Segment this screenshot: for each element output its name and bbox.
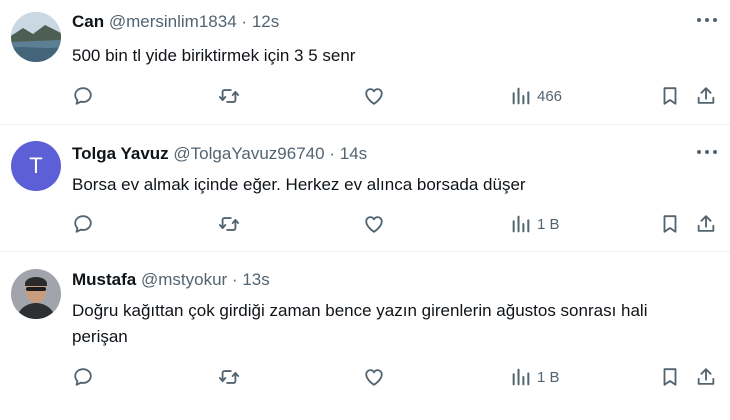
reply-button[interactable] <box>72 211 94 237</box>
avatar-initial: T <box>29 153 43 178</box>
view-count: 1 B <box>537 215 560 233</box>
share-icon <box>697 215 715 232</box>
bookmark-icon <box>663 368 677 386</box>
tweet-text: 500 bin tl yide biriktirmek için 3 5 sen… <box>72 46 356 65</box>
tweet-text: Borsa ev almak içinde eğer. Herkez ev al… <box>72 175 526 194</box>
tweet-header: Can @mersinlim1834 · 12s <box>72 12 279 32</box>
avatar[interactable] <box>11 12 61 62</box>
retweet-icon <box>218 89 240 103</box>
share-button[interactable] <box>695 211 717 237</box>
user-handle[interactable]: @mstyokur <box>141 270 227 289</box>
more-icon[interactable] <box>694 10 720 30</box>
like-button[interactable] <box>363 211 385 237</box>
retweet-button[interactable] <box>218 83 240 109</box>
display-name[interactable]: Tolga Yavuz <box>72 144 169 163</box>
tweet-actions: 466 <box>0 83 730 109</box>
user-handle[interactable]: @mersinlim1834 <box>109 12 237 31</box>
views-button[interactable]: 1 B <box>510 364 560 390</box>
reply-icon <box>74 368 92 386</box>
display-name[interactable]: Can <box>72 12 104 31</box>
separator-dot: · <box>231 270 238 289</box>
tweet-actions: 1 B <box>0 211 730 237</box>
views-button[interactable]: 1 B <box>510 211 560 237</box>
share-icon <box>697 87 715 104</box>
bookmark-button[interactable] <box>659 83 681 109</box>
reply-icon <box>74 87 92 105</box>
reply-button[interactable] <box>72 83 94 109</box>
timestamp[interactable]: 13s <box>242 270 269 289</box>
bookmark-icon <box>663 215 677 233</box>
display-name[interactable]: Mustafa <box>72 270 136 289</box>
views-icon <box>512 87 530 105</box>
more-icon[interactable] <box>694 142 720 162</box>
like-icon <box>365 88 383 105</box>
share-button[interactable] <box>695 83 717 109</box>
bookmark-button[interactable] <box>659 364 681 390</box>
bookmark-button[interactable] <box>659 211 681 237</box>
separator-dot: · <box>241 12 248 31</box>
tweet[interactable]: T Tolga Yavuz @TolgaYavuz96740 · 14s Bor… <box>0 125 730 249</box>
tweet-header: Mustafa @mstyokur · 13s <box>72 270 270 290</box>
tweet-header: Tolga Yavuz @TolgaYavuz96740 · 14s <box>72 144 367 164</box>
like-button[interactable] <box>363 83 385 109</box>
tweet[interactable]: Can @mersinlim1834 · 12s 500 bin tl yide… <box>0 0 730 123</box>
like-icon <box>365 369 383 386</box>
tweet-actions: 1 B <box>0 364 730 390</box>
avatar[interactable]: T <box>11 141 61 191</box>
like-icon <box>365 216 383 233</box>
user-handle[interactable]: @TolgaYavuz96740 <box>173 144 324 163</box>
separator-dot: · <box>329 144 335 163</box>
views-icon <box>512 215 530 233</box>
retweet-button[interactable] <box>218 364 240 390</box>
tweet-text: Doğru kağıttan çok girdiği zaman bence y… <box>72 301 648 346</box>
view-count: 466 <box>537 87 563 105</box>
like-button[interactable] <box>363 364 385 390</box>
views-icon <box>512 368 530 386</box>
retweet-button[interactable] <box>218 211 240 237</box>
tweet-feed: Can @mersinlim1834 · 12s 500 bin tl yide… <box>0 0 730 420</box>
reply-button[interactable] <box>72 364 94 390</box>
tweet[interactable]: Mustafa @mstyokur · 13s Doğru kağıttan ç… <box>0 252 730 420</box>
view-count: 1 B <box>537 368 560 386</box>
avatar-photo-person <box>11 269 61 319</box>
avatar-photo-landscape <box>11 12 61 62</box>
reply-icon <box>74 215 92 233</box>
timestamp[interactable]: 12s <box>252 12 279 31</box>
retweet-icon <box>218 370 240 384</box>
share-button[interactable] <box>695 364 717 390</box>
timestamp[interactable]: 14s <box>340 144 367 163</box>
bookmark-icon <box>663 87 677 105</box>
views-button[interactable]: 466 <box>510 83 562 109</box>
retweet-icon <box>218 217 240 231</box>
share-icon <box>697 368 715 385</box>
avatar[interactable] <box>11 269 61 319</box>
